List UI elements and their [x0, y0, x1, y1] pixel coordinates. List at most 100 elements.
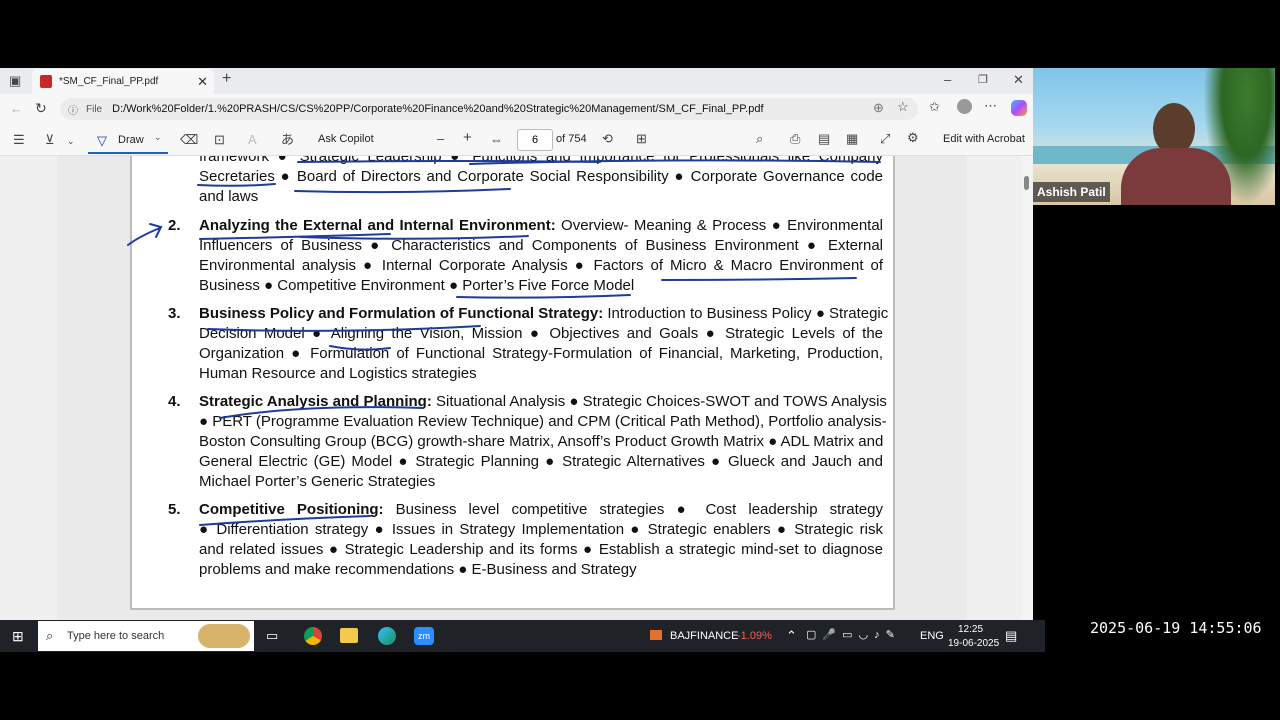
fit-page-icon[interactable]: ⇔: [490, 133, 503, 147]
find-icon[interactable]: ⌕: [756, 132, 763, 146]
doc-line: Business ● Competitive Environment ● Por…: [199, 277, 635, 294]
close-window-button[interactable]: ✕: [1013, 73, 1024, 87]
fullscreen-icon[interactable]: ⤢: [880, 132, 890, 146]
edit-with-acrobat-button[interactable]: Edit with Acrobat: [943, 133, 1025, 145]
draw-button[interactable]: ▽ Draw ⌄: [88, 128, 168, 154]
search-placeholder: Type here to search: [67, 630, 165, 642]
webcam-feed: Ashish Patil: [1033, 68, 1275, 205]
chrome-icon[interactable]: [304, 627, 322, 645]
new-tab-button[interactable]: +: [222, 71, 231, 87]
doc-line: Organization ● Formulation of Functional…: [199, 345, 883, 362]
refresh-icon[interactable]: ↻: [35, 101, 47, 115]
zoom-out-button[interactable]: –: [437, 132, 444, 146]
doc-line: problems and make recommendations ● E-Bu…: [199, 561, 637, 578]
tab-title: *SM_CF_Final_PP.pdf: [59, 76, 159, 87]
save-as-icon[interactable]: ▦: [846, 132, 858, 146]
tab-close-icon[interactable]: ✕: [197, 74, 208, 90]
favorites-icon[interactable]: ✩: [929, 100, 940, 114]
draw-pen-icon: ▽: [97, 133, 107, 148]
item-number: 4.: [168, 393, 181, 410]
stock-change: -1.09%: [737, 630, 772, 642]
windows-start-icon[interactable]: ⊞: [12, 629, 24, 643]
item-number: 2.: [168, 217, 181, 234]
read-aloud-icon[interactable]: あ: [281, 133, 294, 147]
doc-line: Boston Consulting Group (BCG) growth-sha…: [199, 433, 884, 450]
address-bar[interactable]: ⓘ File D:/Work%20Folder/1.%20PRASH/CS/CS…: [60, 98, 918, 120]
item-heading: Strategic Analysis and Planning:: [199, 393, 432, 410]
task-view-icon[interactable]: ▭: [266, 629, 278, 643]
address-bar-row: ← ↻ ⓘ File D:/Work%20Folder/1.%20PRASH/C…: [0, 95, 1033, 123]
page-total: of 754: [556, 133, 587, 145]
copilot-icon[interactable]: [1011, 100, 1027, 116]
doc-line: and laws: [199, 188, 259, 205]
eraser-icon[interactable]: ⌫: [180, 133, 198, 147]
item-heading: Business Policy and Formulation of Funct…: [199, 305, 604, 322]
profile-avatar-icon[interactable]: [957, 99, 972, 114]
doc-line: Michael Porter’s Generic Strategies: [199, 473, 436, 490]
back-icon[interactable]: ←: [10, 102, 23, 116]
zoom-in-button[interactable]: +: [463, 130, 472, 145]
stock-name[interactable]: BAJFINANCE: [670, 630, 738, 642]
info-icon: ⓘ: [68, 105, 78, 117]
doc-line: Human Resource and Logistics strategies: [199, 365, 477, 382]
doc-line: framework ● Strategic Leadership ● Funct…: [199, 156, 883, 165]
edge-icon[interactable]: [378, 627, 396, 645]
item-number: 3.: [168, 305, 181, 322]
taskbar-search[interactable]: ⌕ Type here to search: [38, 621, 254, 651]
minimize-button[interactable]: –: [944, 73, 951, 87]
doc-line: Competitive Positioning: Business level …: [199, 501, 883, 518]
page-view-icon[interactable]: ⊞: [636, 132, 647, 146]
person-body: [1121, 148, 1231, 205]
pdf-page: framework ● Strategic Leadership ● Funct…: [130, 156, 895, 610]
chevron-down-icon[interactable]: ⌄: [67, 134, 75, 148]
item-number: 5.: [168, 501, 181, 518]
doc-line: Influencers of Business ● Characteristic…: [199, 237, 883, 254]
search-icon: ⌕: [46, 628, 54, 643]
item-text: Introduction to Business Policy ● Strate…: [603, 305, 889, 322]
clock-date: 19-06-2025: [948, 638, 1000, 649]
taskbar: ⊞ ⌕ Type here to search ▭ zm BAJFINANCE …: [0, 620, 1045, 652]
save-icon[interactable]: ▤: [818, 132, 830, 146]
recording-timestamp: 2025-06-19 14:55:06: [1090, 619, 1262, 637]
text-box-icon[interactable]: ⊡: [214, 133, 225, 147]
doc-line: General Electric (GE) Model ● Strategic …: [199, 453, 883, 470]
pdf-file-icon: [40, 75, 52, 88]
doc-line: Analyzing the External and Internal Envi…: [199, 217, 883, 234]
item-text: Business level competitive strategies ● …: [383, 501, 883, 518]
maximize-button[interactable]: ❐: [978, 73, 988, 87]
settings-gear-icon[interactable]: ⚙: [907, 131, 919, 145]
doc-line: Business Policy and Formulation of Funct…: [199, 305, 888, 322]
scroll-thumb[interactable]: [1024, 176, 1029, 190]
highlight-icon[interactable]: ⊻: [45, 133, 55, 147]
browser-window: ▣ *SM_CF_Final_PP.pdf ✕ + – ❐ ✕ ← ↻ ⓘ Fi…: [0, 68, 1033, 620]
doc-line: Secretaries ● Board of Directors and Cor…: [199, 168, 883, 185]
zoom-app-icon[interactable]: zm: [414, 627, 434, 645]
tray-icons[interactable]: ▢🎤▭◡♪✎: [806, 628, 901, 642]
print-icon[interactable]: ⎙: [790, 132, 800, 146]
tab-pdf[interactable]: *SM_CF_Final_PP.pdf ✕: [32, 69, 214, 94]
item-text: Overview- Meaning & Process ● Environmen…: [555, 217, 884, 234]
vertical-scrollbar[interactable]: [1021, 156, 1033, 620]
stock-widget-icon: [650, 630, 662, 640]
chevron-up-icon[interactable]: ⌃: [786, 629, 797, 643]
zoom-icon[interactable]: ⊕: [873, 101, 884, 115]
more-menu-icon[interactable]: ⋯: [984, 99, 997, 113]
pdf-viewer[interactable]: framework ● Strategic Leadership ● Funct…: [0, 156, 1033, 620]
draw-chevron-icon: ⌄: [154, 132, 162, 142]
pdf-toolbar: ☰ ⊻ ⌄ ▽ Draw ⌄ ⌫ ⊡ A あ Ask Copilot – + ⇔…: [0, 125, 1033, 156]
add-text-icon: A: [248, 132, 257, 147]
doc-line: and related issues ● Strategic Leadershi…: [199, 541, 883, 558]
tab-actions-icon[interactable]: ▣: [9, 74, 21, 88]
file-explorer-icon[interactable]: [340, 628, 358, 643]
participant-name: Ashish Patil: [1033, 182, 1110, 202]
rotate-icon[interactable]: ⟲: [602, 132, 613, 146]
notification-icon[interactable]: ▤: [1005, 629, 1017, 643]
url-text[interactable]: D:/Work%20Folder/1.%20PRASH/CS/CS%20PP/C…: [112, 103, 763, 115]
doc-line: ● PERT (Programme Evaluation Review Tech…: [199, 413, 887, 430]
doc-line: Environmental analysis ● Internal Corpor…: [199, 257, 883, 274]
favorite-star-icon[interactable]: ☆: [897, 100, 909, 114]
page-number-input[interactable]: [517, 129, 553, 151]
ask-copilot-button[interactable]: Ask Copilot: [318, 133, 374, 145]
contents-icon[interactable]: ☰: [13, 133, 25, 147]
language-indicator[interactable]: ENG: [920, 630, 944, 642]
